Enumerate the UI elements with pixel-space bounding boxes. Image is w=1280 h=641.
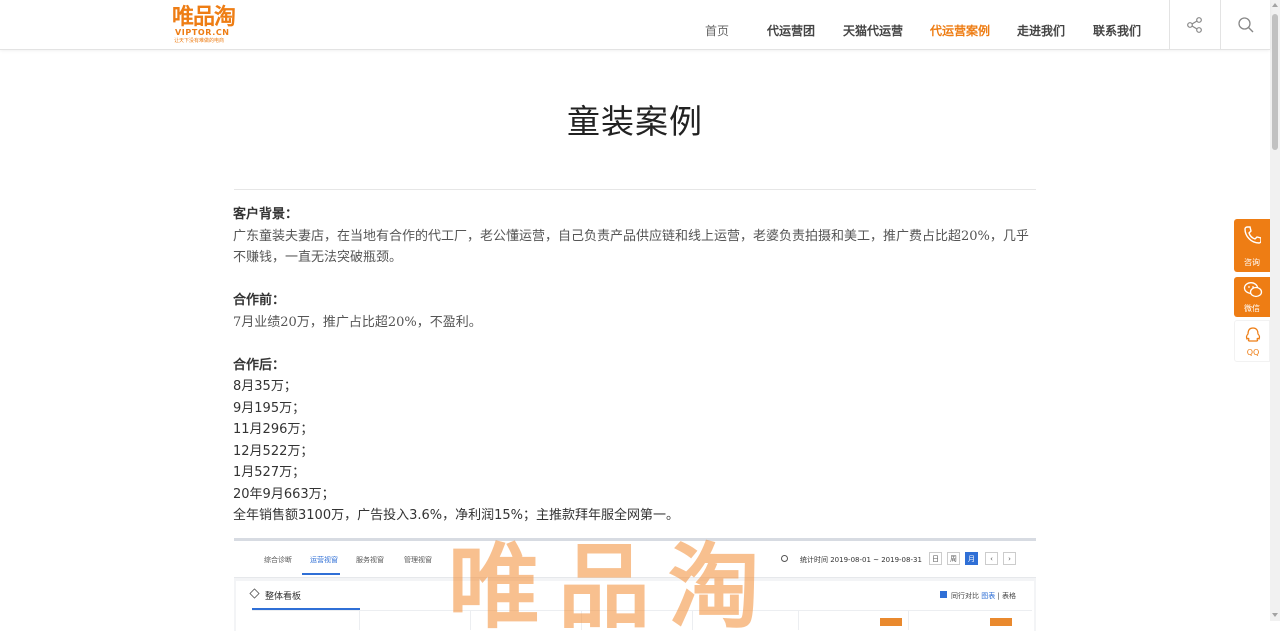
nav-team[interactable]: 代运营团 xyxy=(767,22,815,40)
watermark: 唯品淘 xyxy=(448,534,779,641)
after-item: 9月195万； xyxy=(233,400,306,416)
before-heading: 合作前： xyxy=(233,293,286,308)
qq-button[interactable]: QQ xyxy=(1234,320,1270,362)
compare-label: 同行对比 xyxy=(951,592,979,600)
table-divider xyxy=(359,610,360,630)
dashboard-tab: 服务视窗 xyxy=(356,556,384,564)
qq-label: QQ xyxy=(1246,348,1260,357)
site-header: 唯品淘 VIPTOR.CN 让天下没有难做的电商 首页 代运营团 天猫代运营 代… xyxy=(0,0,1270,50)
dashboard-panel-title: 整体看板 xyxy=(265,592,302,602)
qq-icon xyxy=(1245,327,1261,342)
period-button: 周 xyxy=(947,552,960,565)
nav-home[interactable]: 首页 xyxy=(705,22,729,40)
title-divider xyxy=(234,189,1036,190)
search-icon xyxy=(1238,16,1254,32)
background-text: 广东童装夫妻店，在当地有合作的代工厂，老公懂运营，自己负责产品供应链和线上运营，… xyxy=(233,228,1029,266)
dashboard-tab: 综合诊断 xyxy=(264,556,292,564)
page-scrollbar[interactable] xyxy=(1270,0,1280,621)
after-item: 1月527万； xyxy=(233,465,306,480)
page-title: 童装案例 xyxy=(567,102,703,141)
chart-link: 图表 xyxy=(981,592,996,600)
checkbox-icon xyxy=(940,591,947,598)
table-link: 表格 xyxy=(1002,592,1017,600)
period-button: 月 xyxy=(965,552,978,565)
share-button[interactable] xyxy=(1169,0,1220,49)
nav-tmall[interactable]: 天猫代运营 xyxy=(843,22,903,40)
dashboard-tab: 运营视窗 xyxy=(310,556,338,564)
nav-contact[interactable]: 联系我们 xyxy=(1093,22,1141,40)
share-icon xyxy=(1187,16,1202,33)
compare-controls: 同行对比 图表 | 表格 xyxy=(951,592,1017,600)
after-item: 20年9月663万； xyxy=(233,486,335,502)
main-nav: 首页 代运营团 天猫代运营 代运营案例 走进我们 联系我们 xyxy=(0,0,1270,49)
after-item: 12月522万； xyxy=(233,443,314,459)
nav-about[interactable]: 走进我们 xyxy=(1017,22,1065,40)
wechat-button[interactable]: 微信 xyxy=(1234,277,1270,317)
table-divider xyxy=(798,610,799,630)
nav-cases[interactable]: 代运营案例 xyxy=(930,22,990,40)
phone-icon xyxy=(1244,226,1261,244)
after-heading: 合作后： xyxy=(233,357,286,373)
scroll-up-arrow-icon[interactable] xyxy=(1272,3,1278,7)
after-item: 全年销售额3100万，广告投入3.6%，净利润15%；主推款拜年服全网第一。 xyxy=(233,508,680,523)
dashboard-tab-underline xyxy=(302,573,340,575)
consult-label: 咨询 xyxy=(1244,258,1260,267)
table-action-badge xyxy=(990,618,1012,626)
background-heading: 客户背景： xyxy=(233,207,299,222)
dashboard-tab: 管理视窗 xyxy=(404,556,432,564)
wechat-label: 微信 xyxy=(1244,304,1260,313)
scroll-down-arrow-icon[interactable] xyxy=(1272,613,1278,617)
table-divider xyxy=(908,610,909,630)
scroll-thumb[interactable] xyxy=(1272,14,1278,150)
period-button: › xyxy=(1003,552,1016,565)
search-button[interactable] xyxy=(1220,0,1271,49)
case-article: 客户背景： 广东童装夫妻店，在当地有合作的代工厂，老公懂运营，自己负责产品供应链… xyxy=(233,204,1038,527)
table-action-badge xyxy=(880,618,902,626)
wechat-icon xyxy=(1243,282,1263,298)
clock-icon xyxy=(781,555,788,562)
before-text: 7月业绩20万，推广占比超20%，不盈利。 xyxy=(233,314,482,330)
period-button: 日 xyxy=(929,552,942,565)
period-button: ‹ xyxy=(985,552,998,565)
after-item: 8月35万； xyxy=(233,379,297,394)
dashboard-stat-period: 统计时间 2019-08-01 ~ 2019-08-31 xyxy=(800,556,922,564)
after-item: 11月296万； xyxy=(233,422,314,437)
consult-button[interactable]: 咨询 xyxy=(1234,219,1270,272)
